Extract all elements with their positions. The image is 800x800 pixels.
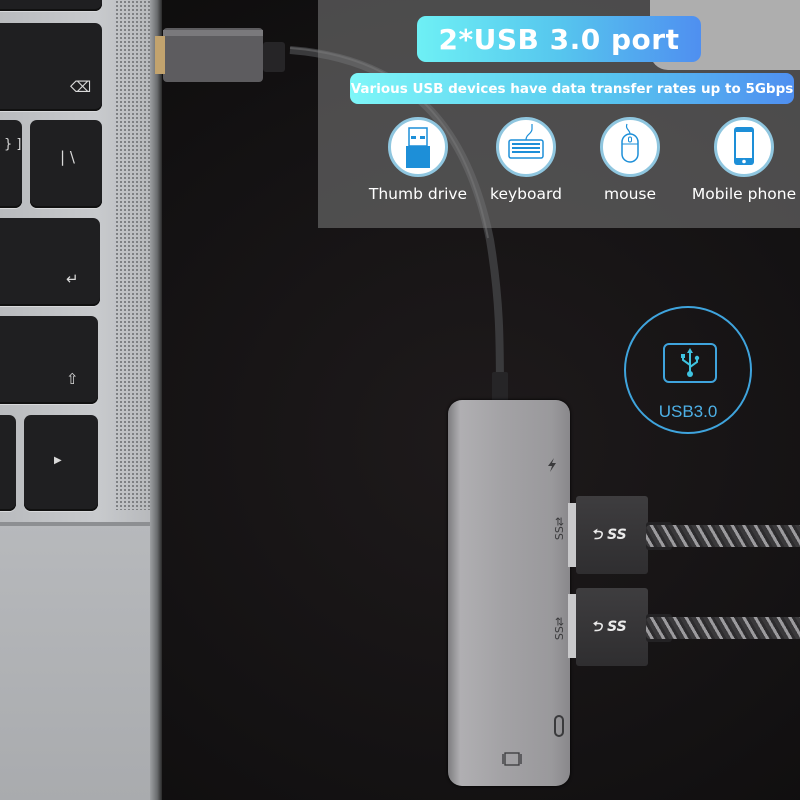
keyboard-icon — [508, 124, 544, 159]
mobile-phone-icon — [734, 127, 754, 165]
usb-c-connector — [155, 36, 165, 74]
usb-a-plug: ⮌ SS — [576, 588, 648, 666]
cable-strain-relief — [263, 42, 285, 72]
lightning-icon — [548, 458, 556, 472]
device-mouse: mouse — [570, 117, 690, 203]
usb-port-label: SS⇄ — [553, 616, 567, 641]
braided-cable — [646, 617, 800, 639]
device-keyboard: keyboard — [466, 117, 586, 203]
device-mobile-phone: Mobile phone — [677, 117, 800, 203]
display-port-icon — [502, 752, 522, 766]
thumb-drive-icon — [406, 127, 430, 168]
usb3-badge: USB3.0 — [624, 306, 752, 434]
usb-port-label: SS⇄ — [553, 516, 567, 541]
device-label: Mobile phone — [691, 185, 797, 203]
usb-trident-icon — [681, 348, 700, 377]
banner-title: 2*USB 3.0 port — [417, 16, 701, 62]
banner-subtitle: Various USB devices have data transfer r… — [350, 73, 794, 104]
usb3-label: USB3.0 — [658, 402, 718, 421]
product-scene: ⌫ } ] | \ ↵ ⇧ ▶ 2*USB 3.0 port Various U… — [0, 0, 800, 800]
device-label: mouse — [603, 185, 657, 203]
usb-c-plug — [163, 28, 263, 82]
usb-c-hub: SS⇄ SS⇄ — [448, 400, 570, 786]
usb-ss-logo: ⮌ SS — [591, 527, 627, 543]
mouse-icon — [621, 123, 639, 163]
usb-c-port-icon — [554, 715, 564, 737]
device-label: Thumb drive — [368, 185, 468, 203]
usb-ss-logo: ⮌ SS — [591, 619, 627, 635]
device-thumb-drive: Thumb drive — [358, 117, 478, 203]
braided-cable — [646, 525, 800, 547]
device-label: keyboard — [490, 185, 562, 203]
usb-a-plug: ⮌ SS — [576, 496, 648, 574]
